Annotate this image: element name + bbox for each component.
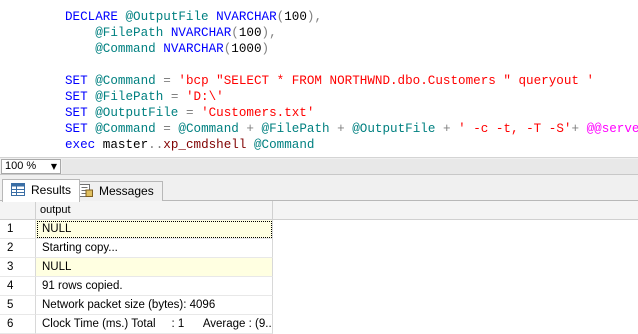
code-token: xp_cmdshell <box>163 138 254 152</box>
code-token: .. <box>148 138 164 152</box>
code-token: = <box>170 90 186 104</box>
code-token: 100 <box>238 26 262 40</box>
table-row[interactable]: 1 NULL <box>0 220 638 239</box>
code-token: @Command <box>95 122 164 136</box>
code-token: NVARCHAR <box>170 26 232 40</box>
code-token: @@servername <box>586 122 638 136</box>
code-token: 100 <box>284 10 307 24</box>
code-line[interactable]: @FilePath NVARCHAR(100), <box>65 25 277 41</box>
tab-messages[interactable]: Messages <box>70 181 163 201</box>
results-tab-strip: Results Messages <box>0 175 638 202</box>
code-line[interactable]: exec master..xp_cmdshell @Command <box>65 137 314 153</box>
table-cell[interactable]: Clock Time (ms.) Total : 1 Average : (9.… <box>36 315 273 334</box>
code-token: DECLARE <box>65 10 126 24</box>
code-token: @OutputFile <box>352 122 443 136</box>
code-token: SET <box>65 90 96 104</box>
query-editor[interactable]: DECLARE @OutputFile NVARCHAR(100), @File… <box>0 0 638 157</box>
code-token: SET <box>65 74 96 88</box>
code-line[interactable]: DECLARE @OutputFile NVARCHAR(100), <box>65 9 322 25</box>
code-token: ( <box>231 26 239 40</box>
zoom-dropdown[interactable]: 100 % ▼ <box>1 159 61 174</box>
code-token: NVARCHAR <box>163 42 224 56</box>
column-header-output[interactable]: output <box>36 201 273 220</box>
code-line[interactable]: SET @OutputFile = 'Customers.txt' <box>65 105 314 121</box>
code-token: @Command <box>178 122 247 136</box>
code-token: = <box>163 74 179 88</box>
code-token: SET <box>65 106 96 120</box>
code-token: @Command <box>95 74 164 88</box>
code-token: + <box>337 122 353 136</box>
code-token: = <box>185 106 202 120</box>
horizontal-scrollbar[interactable] <box>62 159 638 174</box>
code-token: ) <box>261 42 270 56</box>
zoom-bar: 100 % ▼ <box>0 157 638 175</box>
code-token: @OutputFile <box>95 106 186 120</box>
row-number[interactable]: 4 <box>0 277 36 296</box>
code-token: @FilePath <box>95 90 171 104</box>
code-line[interactable]: @Command NVARCHAR(1000) <box>65 41 269 57</box>
code-token: @Command <box>95 42 164 56</box>
tab-results[interactable]: Results <box>2 179 81 202</box>
table-row[interactable]: 3 NULL <box>0 258 638 277</box>
tab-messages-label: Messages <box>99 184 154 198</box>
code-token: 'D:\' <box>185 90 224 104</box>
code-token: + <box>442 122 459 136</box>
table-row[interactable]: 6 Clock Time (ms.) Total : 1 Average : (9… <box>0 315 638 334</box>
table-cell[interactable]: Network packet size (bytes): 4096 <box>36 296 273 315</box>
code-token: NVARCHAR <box>216 10 277 24</box>
code-token: = <box>163 122 179 136</box>
code-token: 'Customers.txt' <box>201 106 315 120</box>
messages-icon <box>79 184 93 197</box>
table-row[interactable]: 5 Network packet size (bytes): 4096 <box>0 296 638 315</box>
chevron-down-icon: ▼ <box>50 162 57 171</box>
code-token: + <box>246 122 262 136</box>
code-token: @OutputFile <box>125 10 217 24</box>
row-number[interactable]: 5 <box>0 296 36 315</box>
code-token: exec <box>65 138 103 152</box>
table-cell[interactable]: NULL <box>36 258 273 277</box>
code-token: master <box>102 138 149 152</box>
code-token: ' -c -t, -T -S' <box>458 122 572 136</box>
code-token: 1000 <box>231 42 262 56</box>
code-line[interactable]: SET @Command = 'bcp "SELECT * FROM NORTH… <box>65 73 594 89</box>
grid-corner[interactable] <box>0 201 36 220</box>
code-line[interactable]: SET @Command = @Command + @FilePath + @O… <box>65 121 638 137</box>
row-number[interactable]: 3 <box>0 258 36 277</box>
table-cell[interactable]: Starting copy... <box>36 239 273 258</box>
code-token: @FilePath <box>95 26 171 40</box>
grid-header: output <box>0 201 638 220</box>
code-token: @FilePath <box>261 122 338 136</box>
code-token: ), <box>261 26 277 40</box>
table-cell[interactable]: NULL <box>36 220 273 239</box>
row-number[interactable]: 6 <box>0 315 36 334</box>
code-token: ), <box>306 10 323 24</box>
row-number[interactable]: 2 <box>0 239 36 258</box>
zoom-value: 100 % <box>5 160 37 172</box>
code-token: SET <box>65 122 96 136</box>
code-token: @Command <box>253 138 315 152</box>
code-line[interactable]: SET @FilePath = 'D:\' <box>65 89 224 105</box>
grid-icon <box>11 183 25 196</box>
table-row[interactable]: 4 91 rows copied. <box>0 277 638 296</box>
code-token: 'bcp "SELECT * FROM NORTHWND.dbo.Custome… <box>178 74 595 88</box>
table-row[interactable]: 2 Starting copy... <box>0 239 638 258</box>
code-token: + <box>571 122 587 136</box>
row-number[interactable]: 1 <box>0 220 36 239</box>
tab-results-label: Results <box>31 183 72 197</box>
table-cell[interactable]: 91 rows copied. <box>36 277 273 296</box>
results-grid[interactable]: output 1 NULL 2 Starting copy... 3 NULL 4 91 ro… <box>0 201 638 334</box>
